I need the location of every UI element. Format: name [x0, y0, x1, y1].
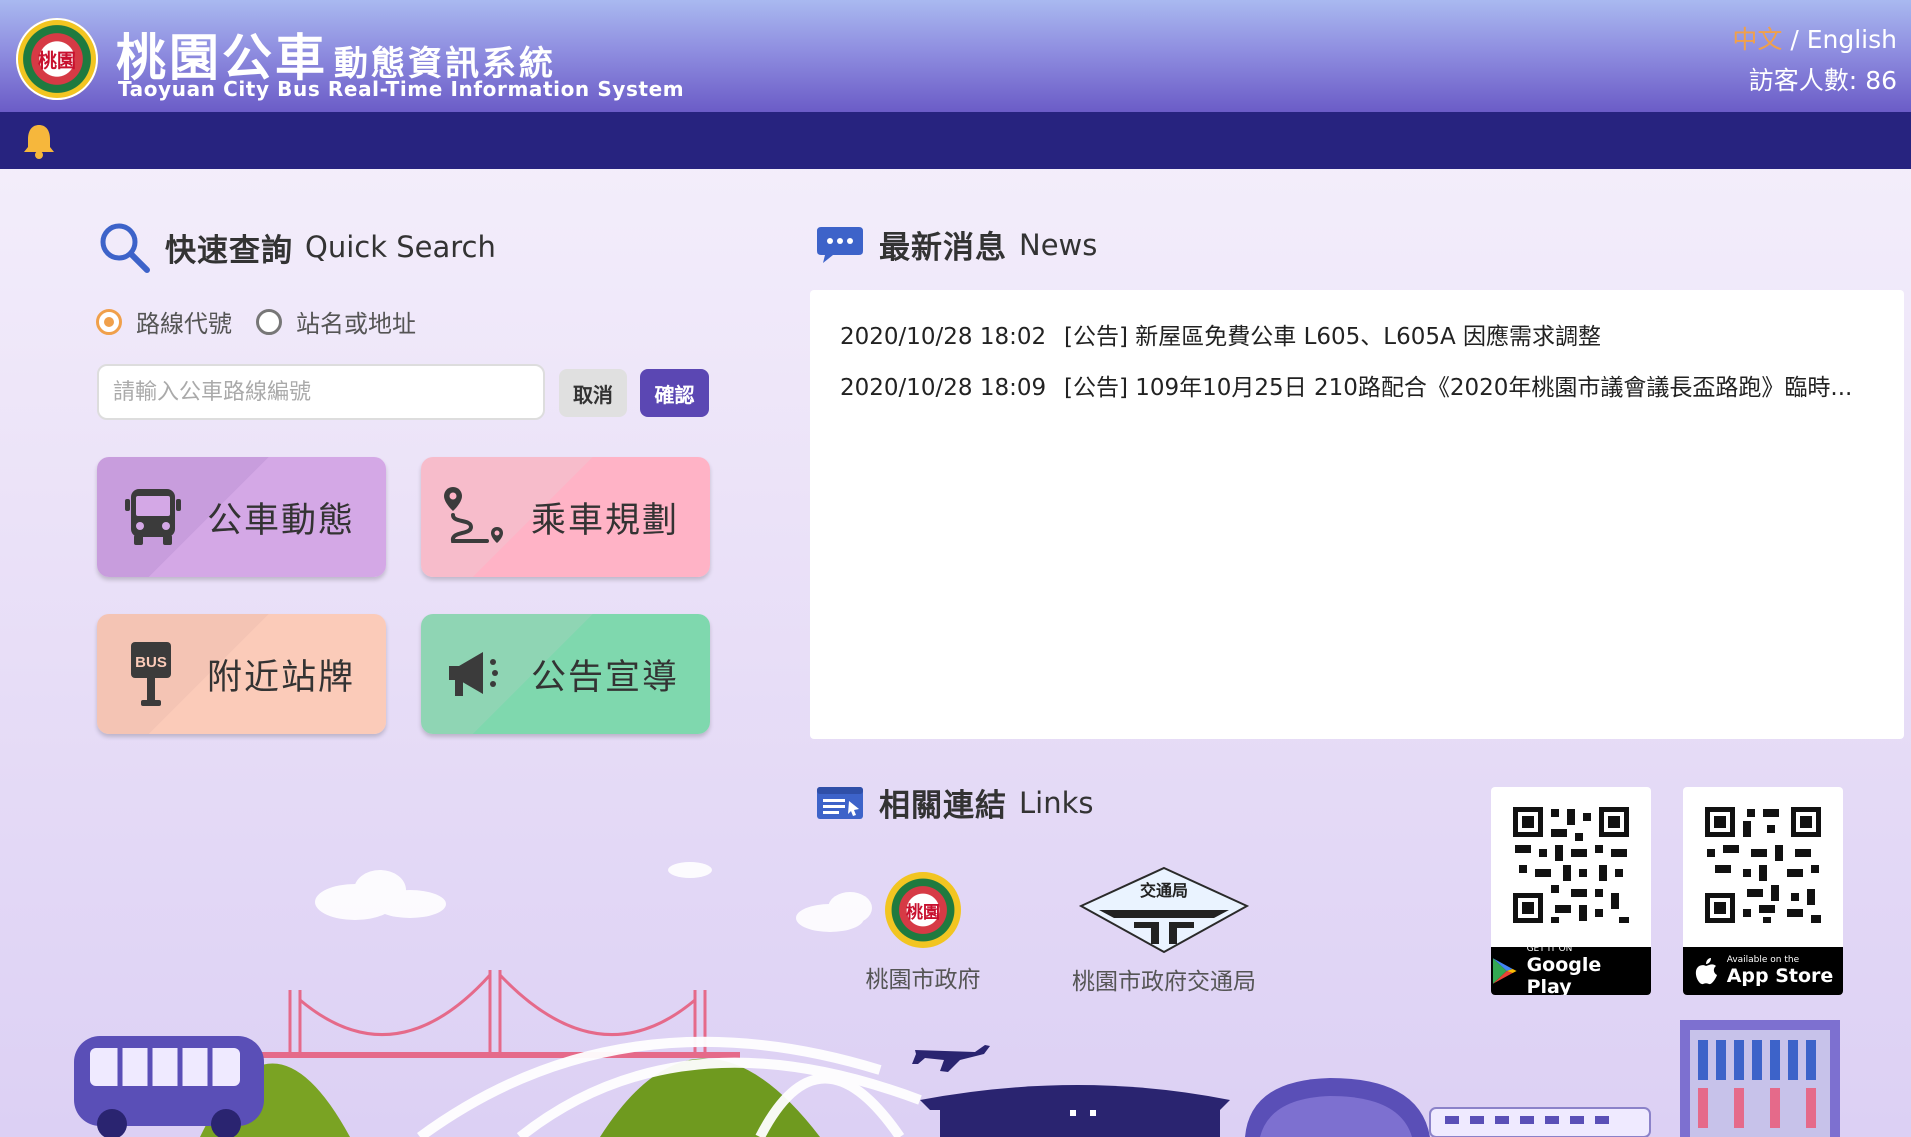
cancel-button[interactable]: 取消 [559, 369, 627, 417]
radio-dot-checked [96, 308, 122, 335]
quick-search-title-en: Quick Search [305, 230, 496, 264]
link-window-icon [817, 786, 863, 819]
news-heading: 最新消息 News [815, 222, 1097, 267]
radio-stop-address[interactable]: 站名或地址 [256, 304, 416, 339]
news-list: 2020/10/28 18:02 [公告] 新屋區免費公車 L605、L605A… [810, 290, 1904, 739]
lang-separator: / [1790, 25, 1799, 54]
search-icon [100, 223, 150, 273]
visitor-counter: 訪客人數: 86 [1749, 61, 1897, 97]
tile-near-label: 附近站牌 [207, 657, 356, 698]
radio-route-label: 路線代號 [136, 310, 232, 338]
airplane-icon [912, 1045, 990, 1072]
news-title-en: News [1019, 227, 1098, 262]
tile-bus-dynamics[interactable]: 公車動態 [97, 457, 386, 577]
taoyuan-logo[interactable]: 桃園 [16, 18, 98, 100]
bus-illustration [74, 1036, 264, 1137]
lang-zh-link[interactable]: 中文 [1732, 25, 1782, 54]
cloud-icon [315, 862, 872, 932]
links-title-en: Links [1019, 785, 1094, 820]
bus-stop-sign-icon: BUS [131, 642, 171, 706]
visitor-count: 86 [1865, 66, 1897, 95]
chat-bubble-icon [817, 226, 863, 263]
quick-search-heading: 快速查詢 Quick Search [97, 220, 496, 274]
links-heading: 相關連結 Links [815, 780, 1094, 825]
tile-nearby-stops[interactable]: BUS 附近站牌 [97, 614, 386, 734]
nav-bar [0, 112, 1911, 169]
tile-trip-planner[interactable]: 乘車規劃 [421, 457, 710, 577]
confirm-button[interactable]: 確認 [640, 369, 709, 417]
links-title-zh: 相關連結 [879, 788, 1007, 824]
route-search-input[interactable] [97, 364, 545, 420]
train-illustration [1429, 1107, 1651, 1137]
language-switcher: 中文 / English [1732, 20, 1897, 56]
site-header: 桃園 桃園公車 動態資訊系統 Taoyuan City Bus Real-Time… [0, 0, 1911, 112]
site-title-en: Taoyuan City Bus Real-Time Information S… [118, 77, 685, 101]
search-mode-radios: 路線代號 站名或地址 [96, 304, 440, 339]
megaphone-icon [449, 652, 498, 696]
news-date: 2020/10/28 18:02 [840, 324, 1047, 350]
city-skyline-illustration [74, 862, 1840, 1137]
news-title-zh: 最新消息 [879, 230, 1007, 266]
news-text: [公告] 新屋區免費公車 L605、L605A 因應需求調整 [1064, 324, 1602, 350]
radio-route-number[interactable]: 路線代號 [96, 304, 232, 339]
quick-search-title-zh: 快速查詢 [165, 232, 293, 269]
news-item[interactable]: 2020/10/28 18:02 [公告] 新屋區免費公車 L605、L605A… [840, 312, 1874, 363]
news-item[interactable]: 2020/10/28 18:09 [公告] 109年10月25日 210路配合《… [840, 363, 1874, 414]
logo-text: 桃園 [37, 49, 76, 72]
bus-icon [125, 489, 181, 545]
tile-ann-label: 公告宣導 [531, 657, 680, 698]
svg-text:BUS: BUS [135, 654, 167, 671]
stadium-illustration [1245, 1078, 1430, 1137]
radio-dot-unchecked [256, 308, 282, 335]
news-date: 2020/10/28 18:09 [840, 375, 1047, 401]
radio-stop-label: 站名或地址 [296, 310, 416, 338]
temple-illustration [920, 1085, 1230, 1137]
route-pin-icon [444, 487, 503, 543]
bell-icon[interactable] [22, 122, 56, 160]
lang-en-link[interactable]: English [1807, 25, 1897, 54]
tile-bus-label: 公車動態 [207, 500, 356, 541]
news-text: [公告] 109年10月25日 210路配合《2020年桃園市議會議長盃路跑》臨… [1064, 375, 1853, 401]
tile-plan-label: 乘車規劃 [531, 500, 680, 541]
tile-announcements[interactable]: 公告宣導 [421, 614, 710, 734]
visitor-label: 訪客人數: [1748, 66, 1858, 95]
library-building-illustration [1680, 1020, 1840, 1137]
